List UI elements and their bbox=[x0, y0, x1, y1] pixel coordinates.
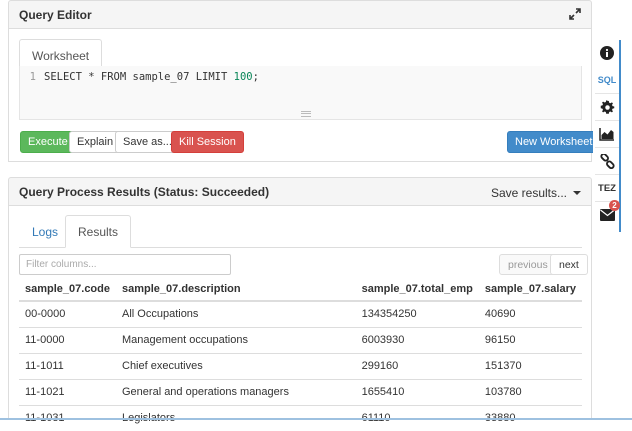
main-content: Query Editor Worksheet 1 SELECT * FROM s… bbox=[0, 0, 601, 431]
explain-button[interactable]: Explain bbox=[69, 131, 122, 153]
tab-logs[interactable]: Logs bbox=[19, 215, 71, 248]
execute-button[interactable]: Execute bbox=[20, 131, 76, 153]
table-row: 11-0000 Management occupations 6003930 9… bbox=[19, 326, 582, 353]
query-editor-header: Query Editor bbox=[8, 0, 592, 29]
sql-editor[interactable]: 1 SELECT * FROM sample_07 LIMIT 100; bbox=[19, 66, 582, 120]
sql-code[interactable]: SELECT * FROM sample_07 LIMIT 100; bbox=[44, 71, 259, 83]
column-header[interactable]: sample_07.description bbox=[116, 277, 356, 302]
sql-code-suffix: ; bbox=[252, 71, 259, 83]
resize-handle[interactable] bbox=[301, 111, 311, 117]
tab-logs-label: Logs bbox=[32, 225, 59, 239]
table-row: 11-1011 Chief executives 299160 151370 bbox=[19, 352, 582, 379]
cell-salary: 40690 bbox=[478, 300, 582, 327]
column-header[interactable]: sample_07.total_emp bbox=[355, 277, 479, 302]
info-icon[interactable] bbox=[593, 40, 621, 66]
tab-results[interactable]: Results bbox=[65, 215, 132, 248]
envelope-icon[interactable]: 2 bbox=[593, 200, 621, 228]
cell-salary: 151370 bbox=[478, 352, 582, 379]
cell-total-emp: 299160 bbox=[355, 352, 479, 379]
caret-down-icon bbox=[573, 190, 581, 195]
next-button[interactable]: next bbox=[550, 254, 588, 275]
tab-worksheet-label: Worksheet bbox=[32, 48, 90, 63]
query-editor-title: Query Editor bbox=[19, 7, 92, 22]
cell-code: 11-0000 bbox=[19, 326, 116, 353]
results-table: sample_07.code sample_07.description sam… bbox=[19, 277, 582, 431]
cell-salary: 103780 bbox=[478, 378, 582, 405]
tez-tool-label: TEZ bbox=[598, 182, 616, 194]
save-results-dropdown[interactable]: Save results... bbox=[491, 178, 581, 207]
cell-salary: 96150 bbox=[478, 326, 582, 353]
cell-total-emp: 6003930 bbox=[355, 326, 479, 353]
filter-columns-input[interactable] bbox=[19, 254, 231, 275]
cell-code: 11-1021 bbox=[19, 378, 116, 405]
cell-total-emp: 134354250 bbox=[355, 300, 479, 327]
column-header[interactable]: sample_07.code bbox=[19, 277, 116, 302]
table-header-row: sample_07.code sample_07.description sam… bbox=[19, 277, 582, 302]
kill-session-button[interactable]: Kill Session bbox=[171, 131, 244, 153]
gear-icon[interactable] bbox=[593, 94, 621, 120]
cell-code: 00-0000 bbox=[19, 300, 116, 327]
previous-button[interactable]: previous bbox=[499, 254, 557, 275]
cell-description: General and operations managers bbox=[116, 378, 356, 405]
link-icon[interactable] bbox=[593, 148, 621, 174]
results-header: Query Process Results (Status: Succeeded… bbox=[8, 177, 592, 206]
expand-icon[interactable] bbox=[569, 7, 581, 22]
new-worksheet-button[interactable]: New Worksheet bbox=[507, 131, 601, 153]
tez-tool[interactable]: TEZ bbox=[593, 175, 621, 201]
tab-results-label: Results bbox=[78, 224, 119, 239]
sql-code-number: 100 bbox=[233, 71, 253, 83]
mail-count-badge: 2 bbox=[609, 200, 620, 211]
line-number: 1 bbox=[29, 71, 36, 83]
table-row: 11-1021 General and operations managers … bbox=[19, 378, 582, 405]
chart-icon[interactable] bbox=[593, 121, 621, 147]
cell-code: 11-1011 bbox=[19, 352, 116, 379]
cell-description: All Occupations bbox=[116, 300, 356, 327]
sql-code-text: SELECT * FROM sample_07 LIMIT bbox=[44, 71, 234, 83]
cell-description: Chief executives bbox=[116, 352, 356, 379]
cell-total-emp: 1655410 bbox=[355, 378, 479, 405]
results-title: Query Process Results (Status: Succeeded… bbox=[19, 184, 270, 199]
column-header[interactable]: sample_07.salary bbox=[478, 277, 582, 302]
sql-tool-label: SQL bbox=[597, 75, 617, 85]
right-toolbar: SQL TEZ 2 bbox=[593, 40, 621, 232]
table-row: 00-0000 All Occupations 134354250 40690 bbox=[19, 300, 582, 327]
save-results-label: Save results... bbox=[490, 185, 567, 200]
cell-description: Management occupations bbox=[116, 326, 356, 353]
sql-tool[interactable]: SQL bbox=[593, 67, 621, 93]
